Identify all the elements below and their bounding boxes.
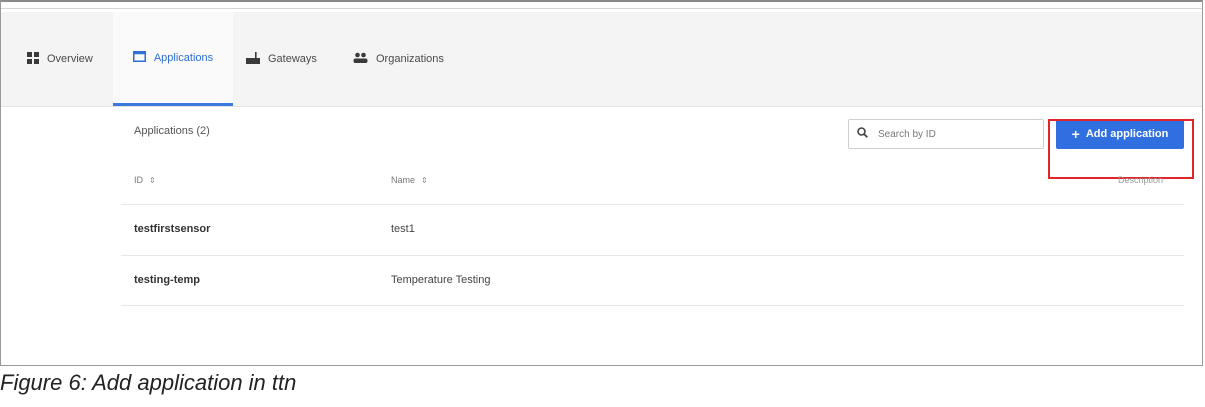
plus-icon: + <box>1071 126 1080 142</box>
cell-application-id: testfirstsensor <box>134 223 211 235</box>
sort-icon: ⇕ <box>149 176 156 185</box>
cell-application-name: test1 <box>391 223 415 235</box>
column-header-description-label: Description <box>1118 175 1164 185</box>
cell-application-name: Temperature Testing <box>391 274 491 286</box>
column-header-description: Description <box>1118 175 1163 185</box>
column-header-id[interactable]: ID ⇕ <box>134 175 156 185</box>
search-input[interactable] <box>876 127 1030 141</box>
applications-count-title: Applications (2) <box>134 125 210 137</box>
nav-tab-organizations[interactable]: Organizations <box>353 12 444 106</box>
nav-tab-overview[interactable]: Overview <box>27 12 93 106</box>
add-application-label: Add application <box>1085 128 1169 140</box>
top-divider <box>1 8 1202 9</box>
grid-icon <box>27 51 39 67</box>
figure-caption: Figure 6: Add application in ttn <box>0 370 297 395</box>
nav-tab-applications[interactable]: Applications <box>113 12 233 106</box>
cell-application-id: testing-temp <box>134 274 200 286</box>
screenshot-frame: Overview Applications Gateways Organizat… <box>0 0 1203 366</box>
table-row[interactable]: testing-temp Temperature Testing <box>121 256 1184 306</box>
sort-icon: ⇕ <box>421 176 428 185</box>
window-icon <box>132 50 146 65</box>
people-icon <box>353 52 368 66</box>
column-header-name[interactable]: Name ⇕ <box>391 175 428 185</box>
search-icon <box>857 125 868 143</box>
column-header-name-label: Name <box>391 175 416 185</box>
column-header-id-label: ID <box>134 175 143 185</box>
top-nav: Overview Applications Gateways Organizat… <box>1 12 1202 107</box>
nav-tab-overview-label: Overview <box>47 53 93 65</box>
add-application-button[interactable]: + Add application <box>1056 119 1184 149</box>
gateway-icon <box>246 51 260 67</box>
table-row[interactable]: testfirstsensor test1 <box>121 205 1184 255</box>
applications-panel: Applications (2) + Add application ID ⇕ N… <box>1 107 1202 365</box>
nav-tab-gateways[interactable]: Gateways <box>246 12 317 106</box>
search-field[interactable] <box>848 119 1044 149</box>
row-divider <box>121 305 1184 306</box>
nav-tab-applications-label: Applications <box>153 51 214 64</box>
nav-tab-organizations-label: Organizations <box>376 53 444 65</box>
nav-tab-gateways-label: Gateways <box>268 53 317 65</box>
